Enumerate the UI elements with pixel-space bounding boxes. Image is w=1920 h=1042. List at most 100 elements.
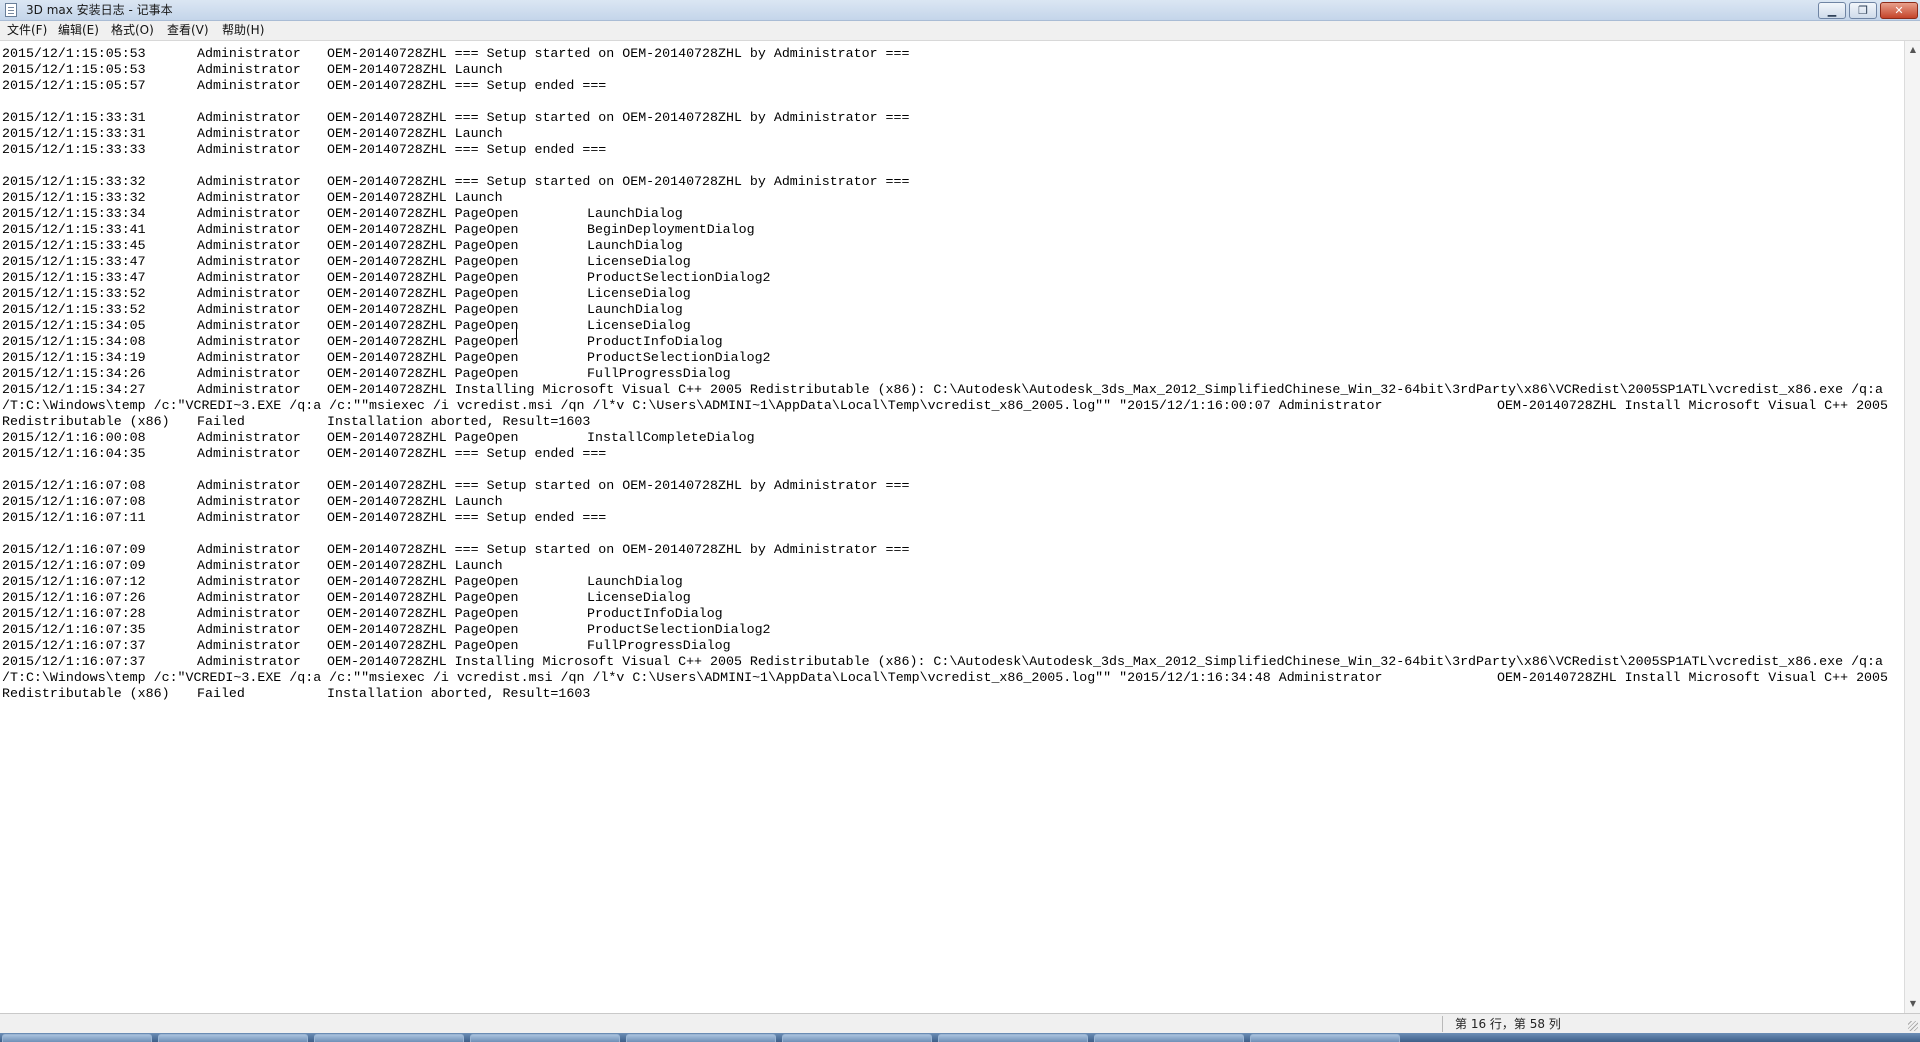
log-segment: Administrator: [197, 190, 301, 205]
close-button[interactable]: ✕: [1880, 2, 1918, 19]
window-title: 3D max 安装日志 - 记事本: [26, 3, 173, 17]
taskbar-button[interactable]: [2, 1034, 152, 1042]
taskbar-button[interactable]: [626, 1034, 776, 1042]
taskbar-button[interactable]: [314, 1034, 464, 1042]
title-bar[interactable]: 3D max 安装日志 - 记事本 ▁ ❐ ✕: [0, 0, 1920, 21]
log-segment: ProductInfoDialog: [587, 606, 723, 621]
log-segment: OEM-20140728ZHL Installing Microsoft Vis…: [327, 654, 1883, 669]
log-segment: Failed: [197, 414, 245, 429]
log-segment: LaunchDialog: [587, 574, 683, 589]
log-segment: Redistributable (x86): [2, 686, 170, 701]
log-segment: OEM-20140728ZHL PageOpen: [327, 222, 519, 237]
log-segment: 2015/12/1:15:34:19: [2, 350, 146, 365]
scroll-down-arrow-icon[interactable]: ▼: [1905, 997, 1920, 1011]
log-segment: 2015/12/1:15:34:08: [2, 334, 146, 349]
log-segment: 2015/12/1:15:05:57: [2, 78, 146, 93]
log-segment: OEM-20140728ZHL === Setup started on OEM…: [327, 46, 910, 61]
log-segment: Installation aborted, Result=1603: [327, 686, 591, 701]
log-segment: Administrator: [197, 494, 301, 509]
log-segment: LicenseDialog: [587, 254, 691, 269]
log-segment: 2015/12/1:15:33:47: [2, 254, 146, 269]
log-segment: 2015/12/1:16:07:08: [2, 478, 146, 493]
log-segment: OEM-20140728ZHL Installing Microsoft Vis…: [327, 382, 1883, 397]
log-segment: LaunchDialog: [587, 238, 683, 253]
log-segment: OEM-20140728ZHL === Setup ended ===: [327, 78, 607, 93]
log-segment: 2015/12/1:15:34:26: [2, 366, 146, 381]
log-segment: FullProgressDialog: [587, 638, 731, 653]
log-segment: 2015/12/1:15:33:52: [2, 302, 146, 317]
log-segment: Administrator: [197, 334, 301, 349]
log-segment: Administrator: [197, 350, 301, 365]
log-segment: Redistributable (x86): [2, 414, 170, 429]
taskbar-button[interactable]: [782, 1034, 932, 1042]
log-segment: 2015/12/1:16:07:28: [2, 606, 146, 621]
resize-grip-icon[interactable]: [1908, 1021, 1918, 1031]
log-segment: ProductSelectionDialog2: [587, 270, 771, 285]
log-segment: OEM-20140728ZHL Install Microsoft Visual…: [1497, 670, 1888, 685]
log-segment: ProductSelectionDialog2: [587, 350, 771, 365]
taskbar-button[interactable]: [1094, 1034, 1244, 1042]
log-segment: OEM-20140728ZHL PageOpen: [327, 270, 519, 285]
log-segment: OEM-20140728ZHL PageOpen: [327, 350, 519, 365]
log-segment: OEM-20140728ZHL PageOpen: [327, 206, 519, 221]
log-segment: BeginDeploymentDialog: [587, 222, 755, 237]
log-segment: /T:C:\Windows\temp /c:"VCREDI~3.EXE /q:a…: [2, 670, 1383, 685]
log-segment: 2015/12/1:16:07:11: [2, 510, 146, 525]
log-segment: OEM-20140728ZHL PageOpen: [327, 238, 519, 253]
log-segment: 2015/12/1:16:07:26: [2, 590, 146, 605]
text-caret: [516, 325, 517, 340]
taskbar-button[interactable]: [470, 1034, 620, 1042]
log-segment: Administrator: [197, 654, 301, 669]
log-segment: Administrator: [197, 478, 301, 493]
vertical-scrollbar[interactable]: ▲ ▼: [1904, 41, 1920, 1013]
log-segment: 2015/12/1:16:04:35: [2, 446, 146, 461]
log-segment: 2015/12/1:15:33:31: [2, 110, 146, 125]
log-segment: Administrator: [197, 78, 301, 93]
log-segment: LicenseDialog: [587, 590, 691, 605]
log-segment: 2015/12/1:15:34:05: [2, 318, 146, 333]
menu-help[interactable]: 帮助(H): [222, 23, 264, 38]
log-segment: Administrator: [197, 318, 301, 333]
log-segment: 2015/12/1:16:07:09: [2, 542, 146, 557]
log-segment: Administrator: [197, 638, 301, 653]
log-segment: Administrator: [197, 62, 301, 77]
log-segment: OEM-20140728ZHL === Setup ended ===: [327, 510, 607, 525]
restore-button[interactable]: ❐: [1849, 2, 1877, 19]
scroll-up-arrow-icon[interactable]: ▲: [1905, 43, 1920, 57]
log-segment: Administrator: [197, 126, 301, 141]
log-segment: 2015/12/1:15:33:45: [2, 238, 146, 253]
log-segment: OEM-20140728ZHL PageOpen: [327, 334, 519, 349]
log-segment: 2015/12/1:15:05:53: [2, 46, 146, 61]
notepad-icon[interactable]: [5, 3, 17, 17]
log-segment: LaunchDialog: [587, 206, 683, 221]
log-segment: Administrator: [197, 590, 301, 605]
log-segment: Administrator: [197, 446, 301, 461]
menu-file[interactable]: 文件(F): [7, 23, 47, 38]
status-bar: 第 16 行，第 58 列: [0, 1013, 1920, 1033]
log-segment: 2015/12/1:16:00:08: [2, 430, 146, 445]
log-segment: OEM-20140728ZHL Launch: [327, 62, 503, 77]
log-segment: Administrator: [197, 238, 301, 253]
taskbar-button[interactable]: [158, 1034, 308, 1042]
log-segment: OEM-20140728ZHL Launch: [327, 494, 503, 509]
log-segment: OEM-20140728ZHL PageOpen: [327, 254, 519, 269]
menu-edit[interactable]: 编辑(E): [58, 23, 99, 38]
log-segment: OEM-20140728ZHL PageOpen: [327, 574, 519, 589]
menu-format[interactable]: 格式(O): [111, 23, 154, 38]
log-segment: OEM-20140728ZHL PageOpen: [327, 318, 519, 333]
log-segment: Administrator: [197, 558, 301, 573]
taskbar-button[interactable]: [938, 1034, 1088, 1042]
log-segment: Administrator: [197, 574, 301, 589]
log-segment: Administrator: [197, 174, 301, 189]
log-segment: Administrator: [197, 110, 301, 125]
log-segment: OEM-20140728ZHL PageOpen: [327, 590, 519, 605]
text-editor[interactable]: 2015/12/1:15:05:53 Administrator OEM-20140…: [0, 41, 1904, 1013]
taskbar-button[interactable]: [1250, 1034, 1400, 1042]
log-segment: Administrator: [197, 142, 301, 157]
menu-view[interactable]: 查看(V): [167, 23, 209, 38]
log-segment: Administrator: [197, 46, 301, 61]
status-divider: [1442, 1016, 1443, 1032]
log-segment: 2015/12/1:16:07:12: [2, 574, 146, 589]
log-segment: Administrator: [197, 366, 301, 381]
minimize-button[interactable]: ▁: [1818, 2, 1846, 19]
